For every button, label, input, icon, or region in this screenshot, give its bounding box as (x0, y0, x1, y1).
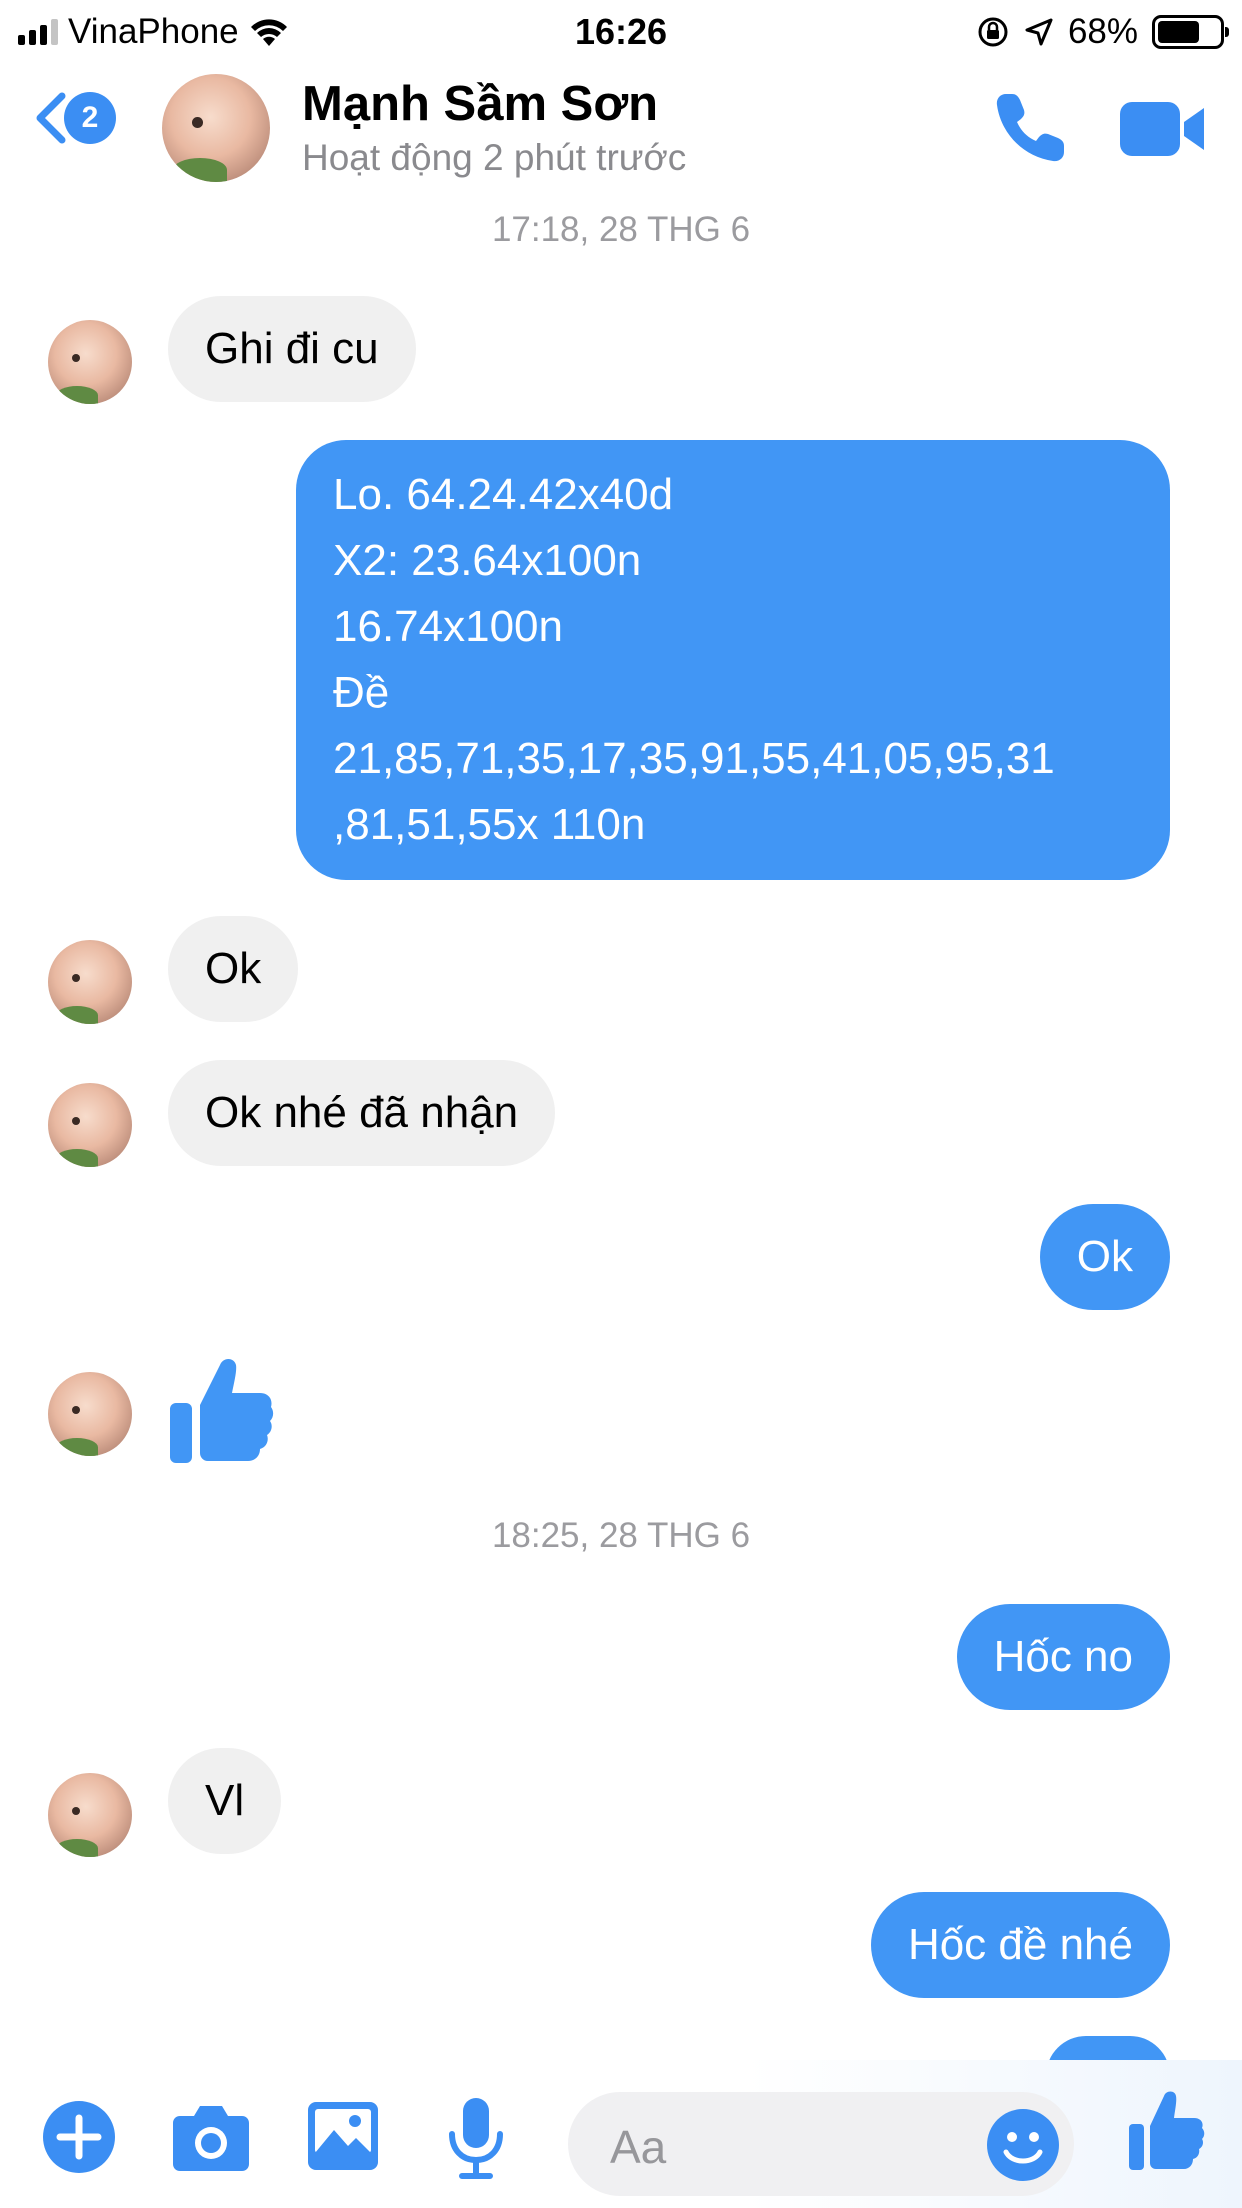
status-right: 68% (976, 10, 1229, 54)
status-bar: VinaPhone 16:26 68% (0, 0, 1242, 62)
sender-avatar[interactable] (48, 1083, 132, 1167)
rotation-lock-icon (978, 17, 1008, 47)
outgoing-message[interactable]: Hốc đề nhé (870, 1892, 1170, 1998)
back-button[interactable]: 2 (34, 92, 116, 144)
plus-icon[interactable] (42, 2100, 116, 2174)
message-composer: Aa (0, 2060, 1242, 2208)
conversation-header: 2 Mạnh Sầm Sơn Hoạt động 2 phút trước (0, 62, 1242, 192)
contact-name[interactable]: Mạnh Sầm Sơn (302, 76, 658, 132)
phone-icon[interactable] (990, 88, 1070, 168)
contact-avatar[interactable] (162, 74, 270, 182)
sender-avatar[interactable] (48, 940, 132, 1024)
message-line: 16.74x100n (333, 602, 563, 651)
message-input[interactable]: Aa (568, 2092, 1074, 2196)
incoming-message[interactable]: Ok (168, 916, 299, 1022)
outgoing-message[interactable]: Hốc no (956, 1604, 1170, 1710)
sender-avatar[interactable] (48, 1773, 132, 1857)
incoming-message[interactable]: Vl (168, 1748, 282, 1854)
sender-avatar[interactable] (48, 320, 132, 404)
camera-icon[interactable] (172, 2102, 250, 2172)
thumbs-up-icon[interactable] (168, 1353, 276, 1465)
message-line: ,81,51,55x 110n (333, 800, 646, 849)
timestamp: 18:25, 28 THG 6 (491, 1516, 751, 1555)
incoming-message[interactable]: Ok nhé đã nhận (168, 1060, 556, 1166)
message-line: 21,85,71,35,17,35,91,55,41,05,95,31 (333, 734, 1055, 783)
message-line: Lo. 64.24.42x40d (333, 470, 674, 519)
like-send-icon[interactable] (1128, 2088, 1206, 2172)
message-input-placeholder: Aa (610, 2121, 667, 2173)
timestamp: 17:18, 28 THG 6 (491, 210, 751, 249)
image-gallery-icon[interactable] (306, 2100, 380, 2172)
unread-badge: 2 (64, 92, 116, 144)
microphone-icon[interactable] (446, 2096, 506, 2180)
emoji-icon[interactable] (986, 2108, 1060, 2182)
outgoing-message[interactable]: Ok (1039, 1204, 1170, 1310)
message-line: Đề (333, 668, 390, 717)
chevron-left-icon (36, 92, 66, 144)
message-line: X2: 23.64x100n (333, 536, 642, 585)
battery-icon (1152, 15, 1229, 49)
location-arrow-icon (1025, 18, 1053, 46)
outgoing-message[interactable]: Lo. 64.24.42x40d X2: 23.64x100n 16.74x10… (296, 440, 1170, 880)
battery-percent: 68% (1067, 12, 1138, 51)
active-status: Hoạt động 2 phút trước (302, 137, 687, 178)
video-camera-icon[interactable] (1118, 96, 1208, 162)
sender-avatar[interactable] (48, 1372, 132, 1456)
incoming-message[interactable]: Ghi đi cu (168, 296, 416, 402)
